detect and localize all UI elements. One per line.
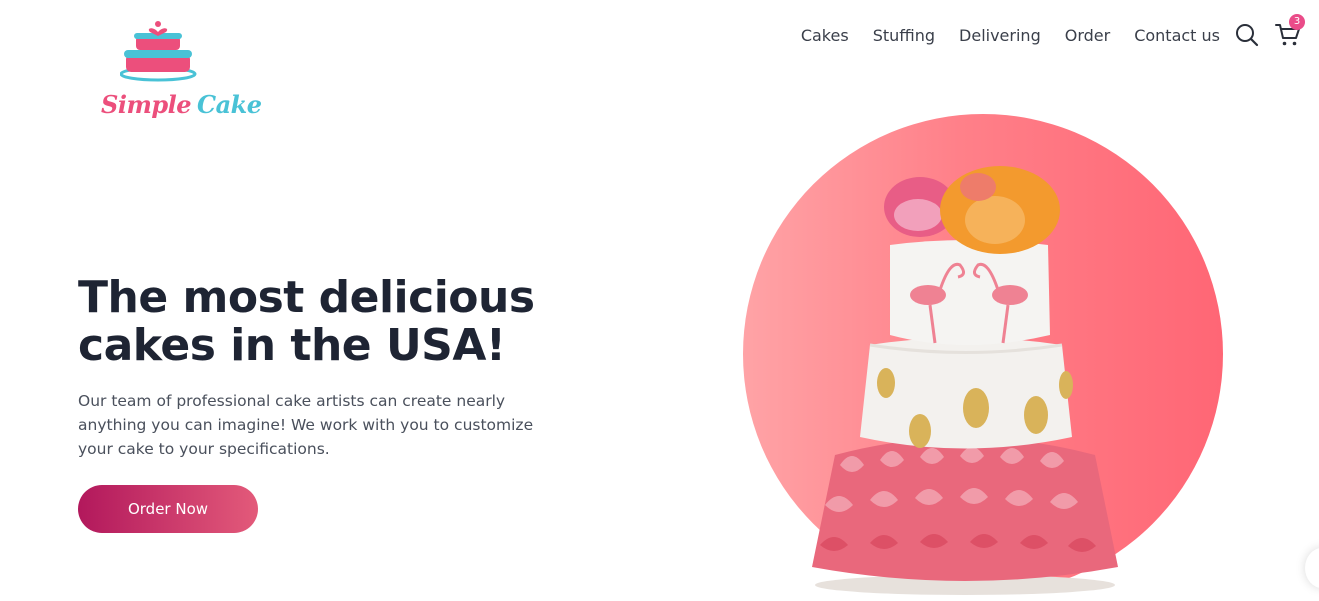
hero-title-line-2: cakes in the USA! bbox=[78, 320, 506, 371]
cart-count-badge: 3 bbox=[1289, 14, 1305, 30]
brand-logo[interactable]: Simple Cake bbox=[96, 20, 262, 126]
main-nav: Cakes Stuffing Delivering Order Contact … bbox=[801, 22, 1220, 48]
cake-logo-icon bbox=[120, 21, 197, 82]
logo-word-cake: Cake bbox=[197, 90, 262, 119]
page: Simple Cake Cakes Stuffing Delivering Ord… bbox=[0, 0, 1319, 601]
hero-title-line-1: The most delicious bbox=[78, 272, 535, 323]
hero-description: Our team of professional cake artists ca… bbox=[78, 392, 534, 458]
nav-item-stuffing[interactable]: Stuffing bbox=[873, 26, 935, 45]
brand-logo-text: Simple Cake bbox=[101, 90, 262, 119]
search-icon bbox=[1236, 24, 1259, 47]
nav-item-cakes[interactable]: Cakes bbox=[801, 26, 849, 45]
order-now-button[interactable]: Order Now bbox=[78, 485, 258, 533]
cart-button[interactable]: 3 bbox=[1275, 14, 1305, 48]
hero-cake-image bbox=[812, 166, 1118, 595]
logo-word-simple: Simple bbox=[101, 90, 192, 119]
nav-item-delivering[interactable]: Delivering bbox=[959, 26, 1041, 45]
hero-title: The most delicious cakes in the USA! bbox=[78, 274, 638, 370]
nav-item-contact-us[interactable]: Contact us bbox=[1134, 26, 1220, 45]
nav-item-order[interactable]: Order bbox=[1065, 26, 1110, 45]
floating-widget-edge[interactable] bbox=[1305, 548, 1319, 588]
search-button[interactable] bbox=[1234, 22, 1260, 48]
